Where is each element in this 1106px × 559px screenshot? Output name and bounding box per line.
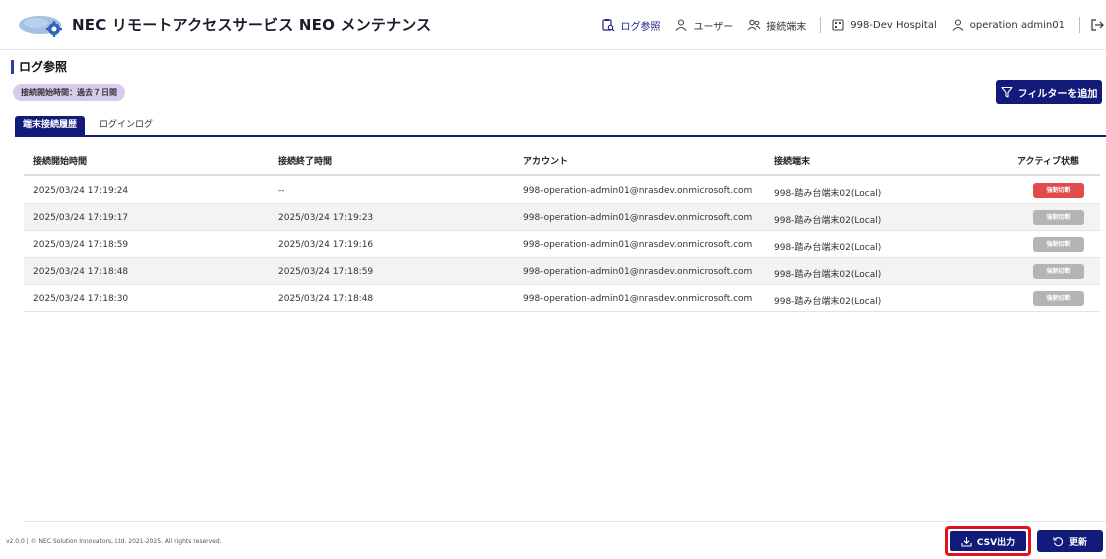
nav-devices[interactable]: 接続端末: [747, 18, 806, 33]
nav-divider: [820, 17, 822, 33]
nav-log-search-label: ログ参照: [620, 21, 661, 33]
csv-export-label: CSV出力: [976, 537, 1016, 548]
tab-bar: 端末接続履歴 ログインログ: [15, 116, 1106, 137]
cell-end-time: 2025/03/24 17:18:48: [278, 294, 374, 304]
page-title-block: ログ参照: [11, 58, 67, 75]
page-title-accent: [11, 59, 14, 74]
nav-account-label: operation admin01: [969, 19, 1065, 31]
nav-log-search[interactable]: ログ参照: [601, 18, 660, 33]
top-nav: ログ参照 ユーザー 接続端末 998-Dev Hospital operatio…: [601, 0, 1106, 50]
cell-device: 998-踏み台端末02(Local): [774, 243, 882, 253]
nav-users[interactable]: ユーザー: [674, 18, 733, 33]
force-disconnect-button[interactable]: 強制切断: [1033, 183, 1084, 198]
cell-start-time: 2025/03/24 17:19:17: [33, 213, 129, 223]
nav-divider: [1079, 17, 1080, 33]
cell-start-time: 2025/03/24 17:18:59: [33, 240, 129, 250]
column-header[interactable]: 接続端末: [774, 154, 810, 167]
user-icon: [952, 19, 964, 31]
copyright-text: v2.0.0 | © NEC Solution Innovators, Ltd.…: [6, 538, 222, 545]
log-search-icon: [602, 19, 615, 32]
cell-account: 998-operation-admin01@nrasdev.onmicrosof…: [523, 186, 753, 196]
nav-devices-label: 接続端末: [766, 21, 807, 33]
force-disconnect-button: 強制切断: [1033, 210, 1084, 225]
column-header[interactable]: アカウント: [523, 154, 568, 167]
app-title: NEC リモートアクセスサービス NEO メンテナンス: [72, 16, 432, 34]
cell-account: 998-operation-admin01@nrasdev.onmicrosof…: [523, 267, 753, 277]
cell-end-time: 2025/03/24 17:18:59: [278, 267, 374, 277]
column-header[interactable]: アクティブ状態: [1017, 154, 1079, 167]
cell-account: 998-operation-admin01@nrasdev.onmicrosof…: [523, 294, 753, 304]
page-title: ログ参照: [19, 60, 68, 74]
cell-account: 998-operation-admin01@nrasdev.onmicrosof…: [523, 213, 753, 223]
table-row: 2025/03/24 17:18:30 2025/03/24 17:18:48 …: [24, 285, 1100, 312]
logout-icon[interactable]: [1090, 18, 1104, 32]
refresh-button[interactable]: 更新: [1037, 530, 1103, 552]
force-disconnect-button: 強制切断: [1033, 264, 1084, 279]
log-table: 接続開始時間 接続終了時間 アカウント 接続端末 アクティブ状態 2025/03…: [24, 138, 1106, 522]
tab-login-log[interactable]: ログインログ: [91, 116, 161, 135]
cell-end-time: --: [278, 186, 285, 196]
cell-end-time: 2025/03/24 17:19:23: [278, 213, 374, 223]
nav-hospital[interactable]: 998-Dev Hospital: [831, 18, 937, 32]
filter-chip[interactable]: 接続開始時間：過去７日間: [13, 84, 125, 101]
table-row: 2025/03/24 17:18:48 2025/03/24 17:18:59 …: [24, 258, 1100, 285]
cell-start-time: 2025/03/24 17:18:30: [33, 294, 129, 304]
main-content: ログ参照 接続開始時間：過去７日間 フィルターを追加 端末接続履歴 ログインログ…: [0, 51, 1106, 559]
add-filter-label: フィルターを追加: [1017, 88, 1098, 100]
refresh-label: 更新: [1068, 537, 1087, 548]
nav-hospital-label: 998-Dev Hospital: [850, 19, 937, 31]
cell-device: 998-踏み台端末02(Local): [774, 216, 882, 226]
table-row: 2025/03/24 17:19:24 -- 998-operation-adm…: [24, 177, 1100, 204]
filter-icon: [1001, 86, 1013, 98]
cell-account: 998-operation-admin01@nrasdev.onmicrosof…: [523, 240, 753, 250]
add-filter-button[interactable]: フィルターを追加: [996, 80, 1102, 104]
nec-logo-icon: [18, 13, 66, 39]
cell-end-time: 2025/03/24 17:19:16: [278, 240, 374, 250]
column-header[interactable]: 接続終了時間: [278, 154, 332, 167]
cell-device: 998-踏み台端末02(Local): [774, 270, 882, 280]
users-icon: [747, 19, 761, 31]
cell-device: 998-踏み台端末02(Local): [774, 189, 882, 199]
cell-device: 998-踏み台端末02(Local): [774, 297, 882, 307]
force-disconnect-button: 強制切断: [1033, 291, 1084, 306]
refresh-icon: [1053, 536, 1063, 546]
cell-start-time: 2025/03/24 17:19:24: [33, 186, 129, 196]
column-header[interactable]: 接続開始時間: [33, 154, 87, 167]
user-icon: [676, 19, 687, 31]
cell-start-time: 2025/03/24 17:18:48: [33, 267, 129, 277]
csv-export-button[interactable]: CSV出力: [950, 531, 1026, 551]
nav-users-label: ユーザー: [693, 21, 734, 33]
force-disconnect-button: 強制切断: [1033, 237, 1084, 252]
building-icon: [832, 19, 844, 31]
table-row: 2025/03/24 17:18:59 2025/03/24 17:19:16 …: [24, 231, 1100, 258]
table-header: 接続開始時間 接続終了時間 アカウント 接続端末 アクティブ状態: [24, 138, 1100, 176]
nav-account[interactable]: operation admin01: [951, 18, 1065, 32]
download-icon: [961, 536, 972, 547]
table-row: 2025/03/24 17:19:17 2025/03/24 17:19:23 …: [24, 204, 1100, 231]
app-header: NEC リモートアクセスサービス NEO メンテナンス ログ参照 ユーザー 接続…: [0, 0, 1106, 50]
tab-device-history[interactable]: 端末接続履歴: [15, 116, 86, 135]
csv-export-highlight: CSV出力: [945, 526, 1031, 556]
